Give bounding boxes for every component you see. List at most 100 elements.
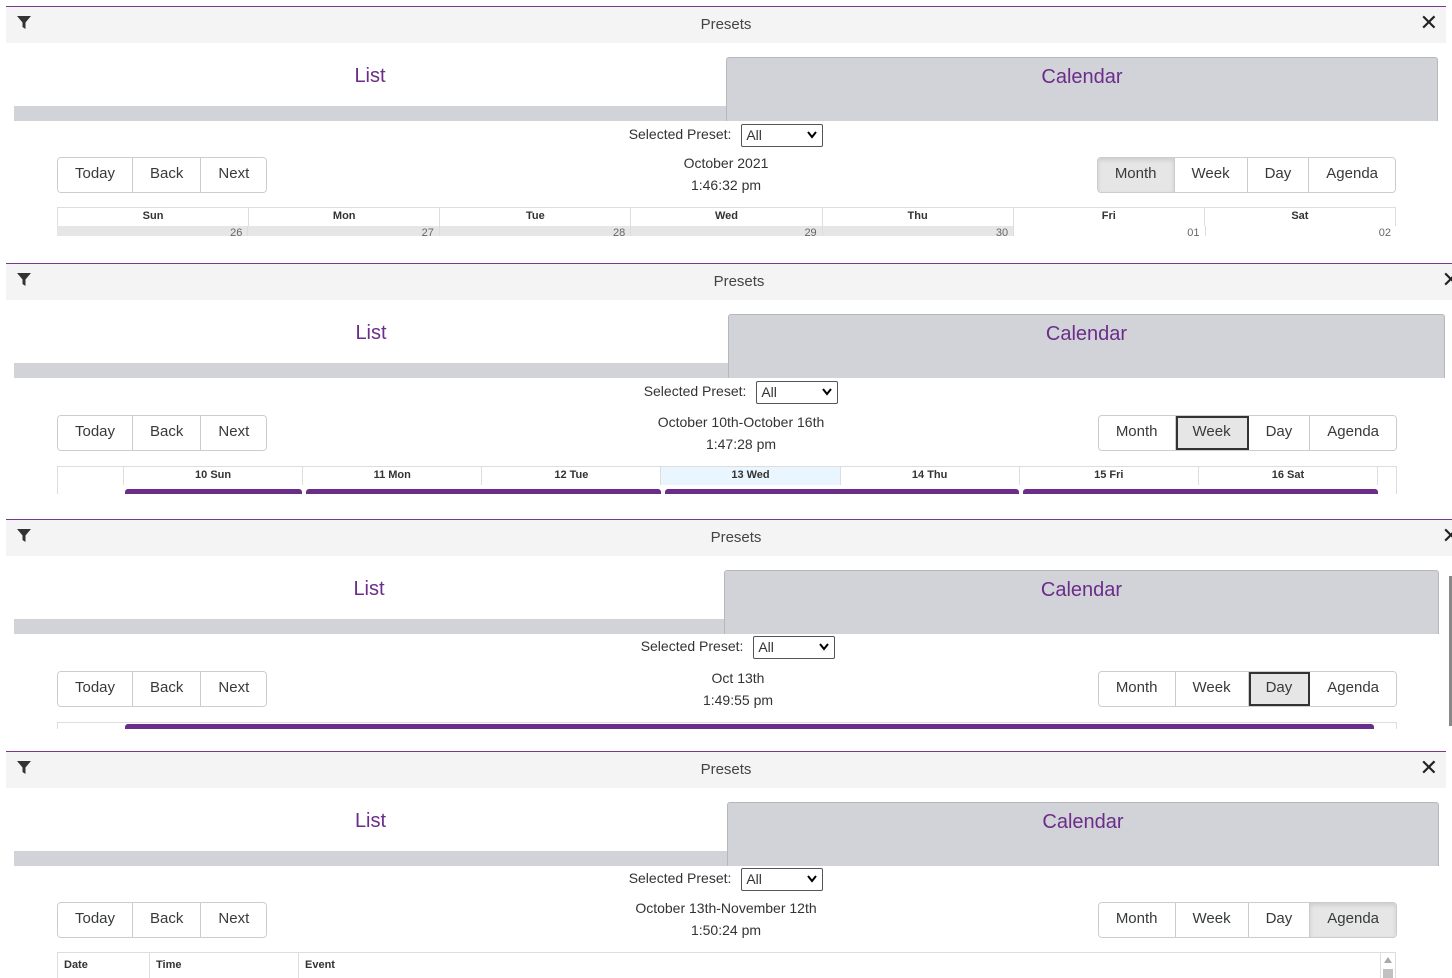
preset-selector: Selected Preset: All [6,636,1452,659]
week-view-button[interactable]: Week [1175,903,1249,937]
weekday-header: Sat [1291,210,1309,222]
event-bar[interactable] [306,489,661,494]
view-tabs: List Calendar [14,570,1439,634]
panel-header: Presets ✕ [6,6,1446,43]
view-tabs: List Calendar [14,802,1439,866]
close-icon[interactable]: ✕ [1420,12,1438,34]
tab-list[interactable]: List [14,802,727,851]
tab-calendar[interactable]: Calendar [728,314,1445,378]
agenda-table-header: Date Time Event [57,952,1396,978]
view-button-group: Month Week Day Agenda [1097,415,1397,451]
day-view-button[interactable]: Day [1248,903,1311,937]
preset-selector: Selected Preset: All [6,381,1452,404]
day-view-button[interactable]: Day [1247,158,1310,192]
preset-select[interactable]: All [741,868,824,891]
preset-select[interactable]: All [753,636,836,659]
month-view-button[interactable]: Month [1098,903,1176,937]
weekday-header: Tue [440,208,632,226]
event-bar[interactable] [125,489,303,494]
preset-selector: Selected Preset: All [6,868,1446,891]
panel-title: Presets [710,529,762,546]
scroll-gutter [1378,467,1396,485]
week-view-button[interactable]: Week [1175,672,1249,706]
agenda-view-button[interactable]: Agenda [1310,903,1396,937]
month-header-row: Sun Mon Tue Wed Thu Fri Sat [57,207,1396,226]
date-cell[interactable]: 29 [631,226,823,236]
chevron-down-icon [807,875,818,883]
scrollbar[interactable] [1381,953,1395,978]
tab-list[interactable]: List [14,570,724,619]
weekday-header: Thu [823,208,1014,226]
close-icon[interactable]: ✕ [1442,269,1452,291]
tab-calendar[interactable]: Calendar [727,802,1439,866]
column-header-time: Time [150,953,299,978]
weekday-header: Wed [631,208,823,226]
panel-header: Presets ✕ [6,751,1446,788]
day-header[interactable]: 12 Tue [482,467,662,485]
day-view-button[interactable]: Day [1248,416,1311,450]
preset-select[interactable]: All [756,381,839,404]
all-day-events [125,724,1374,729]
calendar-panel-agenda: Presets ✕ List Calendar Selected Preset:… [6,751,1446,978]
chevron-down-icon [819,643,830,651]
day-header-today[interactable]: 13 Wed [661,467,841,485]
day-header[interactable]: 15 Fri [1020,467,1199,485]
date-cell[interactable]: 27 [248,226,440,236]
month-view-button[interactable]: Month [1098,416,1176,450]
close-icon[interactable]: ✕ [1442,525,1452,547]
panel-title: Presets [700,761,752,778]
agenda-view-button[interactable]: Agenda [1309,158,1395,192]
preset-label: Selected Preset: [628,126,732,143]
event-bar[interactable] [1023,489,1379,494]
scroll-up-icon[interactable] [1384,957,1392,963]
preset-selector: Selected Preset: All [6,124,1446,147]
date-cell[interactable]: 30 [822,226,1015,236]
panel-header: Presets ✕ [6,263,1452,300]
panel-title: Presets [713,273,765,290]
date-cell[interactable]: 28 [439,226,632,236]
column-header-event: Event [299,953,1381,978]
event-bar[interactable] [664,489,1020,494]
week-view-button[interactable]: Week [1174,158,1248,192]
tab-list[interactable]: List [14,57,726,106]
calendar-panel-week: Presets ✕ List Calendar Selected Preset:… [6,263,1452,494]
month-view-button[interactable]: Month [1097,158,1175,192]
weekday-header: Mon [249,208,441,226]
preset-label: Selected Preset: [628,870,732,887]
view-tabs: List Calendar [14,314,1445,378]
day-header[interactable]: 11 Mon [303,467,483,485]
all-day-events [125,489,1379,494]
day-header[interactable]: 14 Thu [841,467,1020,485]
tab-calendar[interactable]: Calendar [726,57,1438,121]
agenda-view-button[interactable]: Agenda [1310,416,1396,450]
day-view-button[interactable]: Day [1248,672,1311,706]
view-button-group: Month Week Day Agenda [1097,671,1397,707]
week-view-button[interactable]: Week [1175,416,1249,450]
preset-label: Selected Preset: [643,383,747,400]
calendar-panel-month: Presets ✕ List Calendar Selected Preset:… [6,6,1446,240]
time-gutter [58,467,124,485]
date-cell[interactable]: 02 [1206,226,1396,236]
agenda-view-button[interactable]: Agenda [1310,672,1396,706]
day-header[interactable]: 10 Sun [124,467,304,485]
date-cell[interactable]: 01 [1014,226,1206,236]
preset-label: Selected Preset: [640,638,744,655]
event-bar[interactable] [125,724,1374,729]
preset-select[interactable]: All [741,124,824,147]
calendar-panel-day: Presets ✕ List Calendar Selected Preset:… [6,519,1452,729]
panel-header: Presets ✕ [6,519,1452,556]
month-view-button[interactable]: Month [1098,672,1176,706]
weekday-header: Sun [58,208,250,226]
close-icon[interactable]: ✕ [1420,757,1438,779]
view-button-group: Month Week Day Agenda [1097,902,1397,938]
view-button-group: Month Week Day Agenda [1096,157,1396,193]
column-header-date: Date [58,953,150,978]
day-header[interactable]: 16 Sat [1199,467,1378,485]
date-cell[interactable]: 26 [57,226,249,236]
chevron-down-icon [822,388,833,396]
tab-list[interactable]: List [14,314,728,363]
month-date-row: 26 27 28 29 30 01 02 [57,226,1396,236]
panel-title: Presets [700,16,752,33]
tab-calendar[interactable]: Calendar [724,570,1439,634]
chevron-down-icon [807,131,818,139]
